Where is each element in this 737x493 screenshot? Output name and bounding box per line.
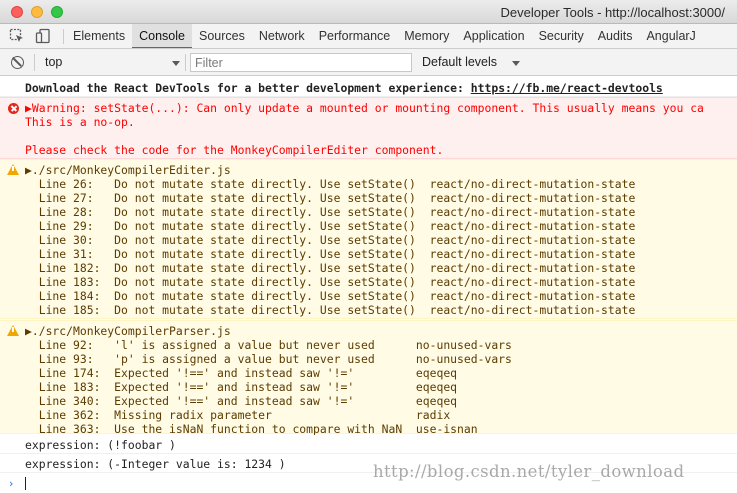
- tab-sources[interactable]: Sources: [192, 24, 252, 48]
- warning-icon: [7, 325, 19, 336]
- warning-line[interactable]: ▶./src/MonkeyCompilerParser.js: [25, 324, 231, 338]
- warning-icon: [7, 164, 19, 175]
- devtools-tab-bar: Elements Console Sources Network Perform…: [0, 24, 737, 49]
- warning-line: Line 362: Missing radix parameter radix: [25, 408, 451, 422]
- window-title-bar: Developer Tools - http://localhost:3000/: [0, 0, 737, 24]
- warning-line: Line 29: Do not mutate state directly. U…: [25, 219, 636, 233]
- info-text: Download the React DevTools for a better…: [25, 81, 471, 95]
- warning-line: Line 182: Do not mutate state directly. …: [25, 261, 636, 275]
- log-line: expression: (!foobar ): [25, 438, 176, 452]
- error-message[interactable]: ▶Warning: setState(...): Can only update…: [0, 97, 737, 159]
- prompt-chevron-icon: ›: [9, 477, 14, 490]
- tab-network[interactable]: Network: [252, 24, 312, 48]
- warning-line: Line 93: 'p' is assigned a value but nev…: [25, 352, 512, 366]
- warning-line: Line 92: 'l' is assigned a value but nev…: [25, 338, 512, 352]
- info-line: Download the React DevTools for a better…: [25, 81, 663, 95]
- error-line: ▶Warning: setState(...): Can only update…: [25, 101, 704, 115]
- warning-line: Line 30: Do not mutate state directly. U…: [25, 233, 636, 247]
- warning-line: Line 340: Expected '!==' and instead saw…: [25, 394, 458, 408]
- warning-line[interactable]: ▶./src/MonkeyCompilerEditer.js: [25, 163, 231, 177]
- chevron-down-icon: [512, 61, 520, 66]
- log-levels-dropdown[interactable]: Default levels: [422, 53, 497, 72]
- info-message: Download the React DevTools for a better…: [0, 77, 737, 97]
- clear-console-icon[interactable]: [11, 56, 24, 69]
- error-icon: [8, 103, 19, 114]
- warning-line: Line 183: Expected '!==' and instead saw…: [25, 380, 458, 394]
- panel-tabs: Elements Console Sources Network Perform…: [66, 24, 703, 48]
- warning-line: Line 28: Do not mutate state directly. U…: [25, 205, 636, 219]
- warning-line: Line 185: Do not mutate state directly. …: [25, 303, 636, 317]
- warning-message-editer[interactable]: ▶./src/MonkeyCompilerEditer.js Line 26: …: [0, 159, 737, 319]
- tab-security[interactable]: Security: [532, 24, 591, 48]
- warning-message-parser[interactable]: ▶./src/MonkeyCompilerParser.js Line 92: …: [0, 320, 737, 436]
- error-line: Please check the code for the MonkeyComp…: [25, 143, 444, 157]
- warning-line: Line 31: Do not mutate state directly. U…: [25, 247, 636, 261]
- toolbar-separator: [185, 54, 186, 71]
- log-message: expression: (!foobar ): [0, 435, 737, 454]
- toolbar-separator: [34, 54, 35, 71]
- tab-audits[interactable]: Audits: [591, 24, 640, 48]
- tab-application[interactable]: Application: [456, 24, 531, 48]
- window-title-wrap: Developer Tools - http://localhost:3000/: [0, 5, 737, 20]
- tab-elements[interactable]: Elements: [66, 24, 132, 48]
- filter-input[interactable]: [190, 53, 412, 72]
- tab-angularjs[interactable]: AngularJ: [639, 24, 702, 48]
- react-devtools-link[interactable]: https://fb.me/react-devtools: [471, 81, 663, 95]
- log-line: expression: (-Integer value is: 1234 ): [25, 457, 286, 471]
- warning-line: Line 363: Use the isNaN function to comp…: [25, 422, 478, 436]
- warning-line: Line 27: Do not mutate state directly. U…: [25, 191, 636, 205]
- inspect-element-icon[interactable]: [9, 28, 25, 44]
- error-line: This is a no-op.: [25, 115, 135, 129]
- tab-performance[interactable]: Performance: [312, 24, 398, 48]
- chevron-down-icon: [172, 61, 180, 66]
- warning-line: Line 26: Do not mutate state directly. U…: [25, 177, 636, 191]
- window-title: Developer Tools - http://localhost:3000/: [500, 5, 725, 20]
- warning-line: Line 174: Expected '!==' and instead saw…: [25, 366, 458, 380]
- device-toolbar-icon[interactable]: [35, 28, 51, 44]
- tab-console[interactable]: Console: [132, 24, 192, 48]
- warning-line: Line 183: Do not mutate state directly. …: [25, 275, 636, 289]
- context-selector[interactable]: top: [41, 53, 183, 72]
- text-caret: [25, 477, 26, 490]
- console-toolbar: top Default levels: [0, 49, 737, 76]
- warning-line: Line 184: Do not mutate state directly. …: [25, 289, 636, 303]
- tab-memory[interactable]: Memory: [397, 24, 456, 48]
- console-prompt[interactable]: ›: [0, 473, 737, 493]
- tab-separator: [63, 29, 64, 44]
- console-messages: Download the React DevTools for a better…: [0, 77, 737, 493]
